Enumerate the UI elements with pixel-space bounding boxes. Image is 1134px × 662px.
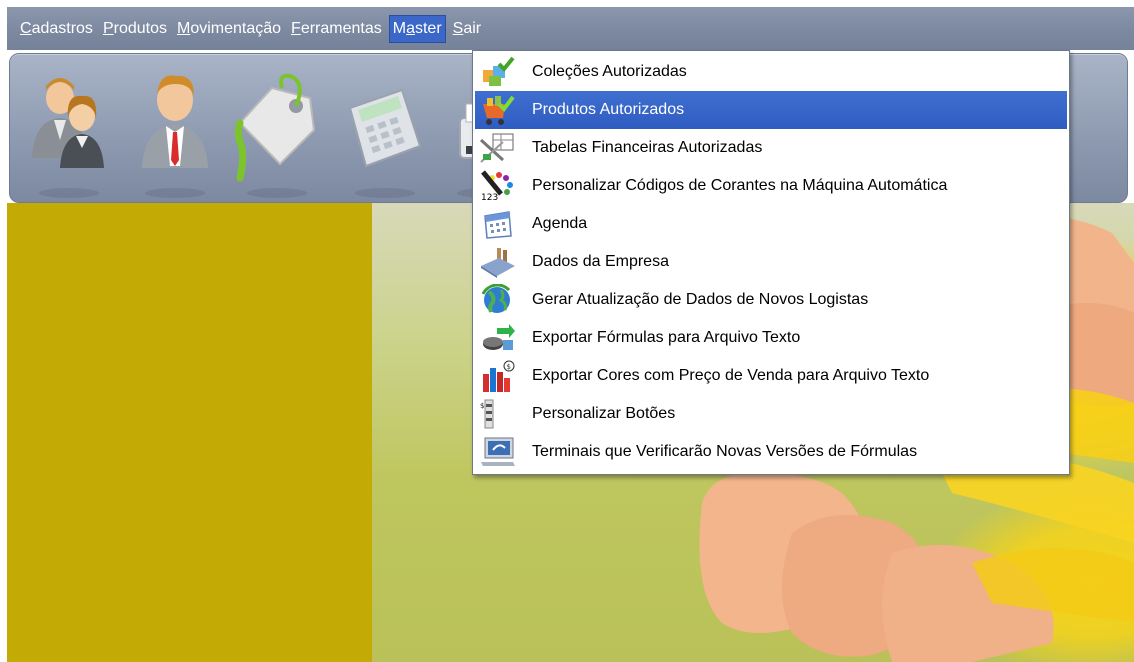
menu-item-dados-empresa[interactable]: Dados da Empresa: [473, 243, 1069, 281]
toolbar-users-button[interactable]: [24, 68, 114, 198]
menu-movimentacao[interactable]: Movimentação: [174, 16, 284, 42]
calendar-icon: [484, 211, 512, 239]
menu-item-personalizar-codigos[interactable]: 123 Personalizar Códigos de Corantes na …: [473, 167, 1069, 205]
globe-update-icon: [481, 284, 511, 313]
menu-produtos[interactable]: Produtos: [100, 16, 170, 42]
master-dropdown-menu: Coleções Autorizadas Produtos Autorizado…: [472, 50, 1070, 475]
menu-item-personalizar-botoes[interactable]: $ Personalizar Botões: [473, 395, 1069, 433]
menu-item-exportar-formulas[interactable]: Exportar Fórmulas para Arquivo Texto: [473, 319, 1069, 357]
colorant-codes-icon: 123: [481, 170, 513, 202]
menu-item-terminais[interactable]: Terminais que Verificarão Novas Versões …: [473, 433, 1069, 471]
menu-item-gerar-atualizacao[interactable]: Gerar Atualização de Dados de Novos Logi…: [473, 281, 1069, 319]
svg-text:123: 123: [481, 193, 498, 202]
calculator-icon: [348, 88, 422, 198]
terminals-monitor-icon: [481, 437, 515, 466]
user-icon: [142, 75, 208, 198]
toolbar-user-button[interactable]: [130, 68, 220, 198]
menu-item-produtos-autorizados[interactable]: Produtos Autorizados: [475, 91, 1067, 129]
menu-sair[interactable]: Sair: [450, 16, 484, 42]
export-formulas-icon: [483, 324, 515, 350]
customize-buttons-icon: $: [480, 399, 494, 429]
toolbar-calculator-button[interactable]: [340, 68, 430, 198]
menu-item-tabelas-financeiras[interactable]: Tabelas Financeiras Autorizadas: [473, 129, 1069, 167]
menu-item-colecoes-autorizadas[interactable]: Coleções Autorizadas: [473, 53, 1069, 91]
menu-bar: Cadastros Produtos Movimentação Ferramen…: [7, 7, 1134, 50]
toolbar-price-tag-button[interactable]: [232, 68, 322, 198]
users-icon: [32, 78, 104, 198]
svg-text:$: $: [480, 402, 484, 410]
menu-item-agenda[interactable]: Agenda: [473, 205, 1069, 243]
export-colors-price-icon: $: [483, 360, 515, 392]
collections-check-icon: [483, 56, 515, 86]
financial-tables-icon: [479, 133, 514, 163]
olive-panel: [7, 203, 372, 662]
products-check-icon: [483, 95, 515, 125]
menu-ferramentas[interactable]: Ferramentas: [288, 16, 385, 42]
svg-text:$: $: [507, 363, 511, 371]
company-building-icon: [481, 248, 515, 278]
menu-cadastros[interactable]: Cadastros: [17, 16, 96, 42]
menu-item-exportar-cores[interactable]: $ Exportar Cores com Preço de Venda para…: [473, 357, 1069, 395]
app-window: Cadastros Produtos Movimentação Ferramen…: [7, 7, 1134, 662]
price-tag-icon: [234, 73, 316, 198]
menu-master[interactable]: Master: [388, 14, 446, 43]
